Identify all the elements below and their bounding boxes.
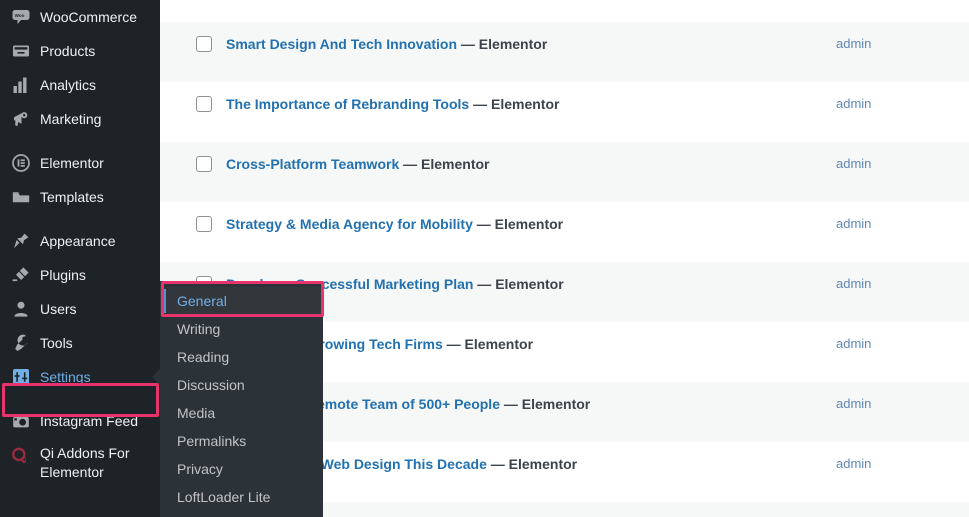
sidebar-item-label: Elementor: [40, 154, 104, 171]
admin-sidebar-menu: Woo WooCommerce Products Analytics Marketing…: [0, 0, 160, 517]
templates-icon: [11, 187, 31, 207]
post-author-link[interactable]: admin: [836, 336, 871, 351]
elementor-icon: [11, 153, 31, 173]
svg-text:i: i: [24, 457, 26, 464]
post-title-suffix: — Elementor: [442, 336, 534, 352]
post-title-cell: Smart Design And Tech Innovation — Eleme…: [226, 35, 547, 55]
woocommerce-icon: Woo: [11, 7, 31, 27]
sidebar-item-products[interactable]: Products: [0, 34, 160, 68]
instagram-icon: [11, 411, 31, 431]
sidebar-item-label: Instagram Feed: [40, 412, 139, 429]
post-title-suffix: — Elementor: [469, 96, 560, 112]
submenu-item-writing[interactable]: Writing: [160, 315, 323, 343]
submenu-item-privacy[interactable]: Privacy: [160, 455, 323, 483]
sidebar-item-label: Settings: [40, 368, 91, 385]
sidebar-item-label: Appearance: [40, 232, 116, 249]
post-title-link[interactable]: Cross-Platform Teamwork: [226, 156, 399, 172]
sidebar-item-qi-addons-for-elementor[interactable]: i Qi Addons For Elementor: [0, 438, 160, 486]
table-row: Cross-Platform Teamwork — Elementor admin: [160, 142, 969, 202]
submenu-arrow-icon: [152, 369, 160, 385]
users-icon: [11, 299, 31, 319]
post-author-link[interactable]: admin: [836, 36, 871, 51]
post-title-suffix: — Elementor: [486, 456, 578, 472]
sidebar-item-label: Templates: [40, 188, 104, 205]
sidebar-item-users[interactable]: Users: [0, 292, 160, 326]
post-author-link[interactable]: admin: [836, 96, 871, 111]
settings-submenu-flyout: General Writing Reading Discussion Media Perm…: [160, 281, 323, 517]
analytics-icon: [11, 75, 31, 95]
sidebar-item-label: Users: [40, 300, 77, 317]
qi-addons-icon: i: [11, 445, 31, 465]
sidebar-item-label: Qi Addons For Elementor: [40, 445, 130, 480]
sidebar-item-instagram-feed[interactable]: Instagram Feed: [0, 404, 160, 438]
sidebar-item-label: Marketing: [40, 110, 102, 127]
row-select-checkbox[interactable]: [196, 36, 212, 52]
post-title-suffix: — Elementor: [472, 216, 564, 232]
row-select-checkbox[interactable]: [196, 96, 212, 112]
post-author-link[interactable]: admin: [836, 216, 871, 231]
sidebar-item-templates[interactable]: Templates: [0, 180, 160, 214]
post-author-link[interactable]: admin: [836, 396, 871, 411]
post-title-link[interactable]: Smart Design And Tech Innovation: [226, 36, 457, 52]
sidebar-item-settings[interactable]: Settings: [0, 360, 160, 394]
appearance-icon: [11, 231, 31, 251]
post-title-link[interactable]: Strategy & Media Agency for Mobility: [226, 216, 473, 232]
products-icon: [11, 41, 31, 61]
sidebar-item-woocommerce[interactable]: Woo WooCommerce: [0, 0, 160, 34]
post-author-link[interactable]: admin: [836, 156, 871, 171]
sidebar-item-marketing[interactable]: Marketing: [0, 102, 160, 136]
sidebar-item-tools[interactable]: Tools: [0, 326, 160, 360]
sidebar-item-label: Plugins: [40, 266, 86, 283]
post-author-link[interactable]: admin: [836, 456, 871, 471]
row-select-checkbox[interactable]: [196, 216, 212, 232]
sidebar-item-plugins[interactable]: Plugins: [0, 258, 160, 292]
sidebar-separator: [0, 214, 160, 224]
submenu-item-permalinks[interactable]: Permalinks: [160, 427, 323, 455]
sidebar-separator: [0, 394, 160, 404]
plugins-icon: [11, 265, 31, 285]
post-title-suffix: — Elementor: [457, 36, 548, 52]
post-title-suffix: — Elementor: [399, 156, 490, 172]
post-title-suffix: — Elementor: [473, 276, 564, 292]
sidebar-separator: [0, 136, 160, 146]
submenu-item-loftloader-lite[interactable]: LoftLoader Lite: [160, 483, 323, 511]
sidebar-item-label: Analytics: [40, 76, 97, 93]
submenu-item-media[interactable]: Media: [160, 399, 323, 427]
sidebar-item-analytics[interactable]: Analytics: [0, 68, 160, 102]
row-select-checkbox[interactable]: [196, 156, 212, 172]
table-row: The Importance of Rebranding Tools — Ele…: [160, 82, 969, 142]
post-title-suffix: — Elementor: [499, 396, 591, 412]
submenu-item-general[interactable]: General: [160, 287, 323, 315]
svg-text:Woo: Woo: [15, 13, 25, 18]
sidebar-item-appearance[interactable]: Appearance: [0, 224, 160, 258]
post-author-link[interactable]: admin: [836, 276, 871, 291]
sidebar-item-label: WooCommerce: [40, 8, 137, 25]
marketing-icon: [11, 109, 31, 129]
sidebar-item-elementor[interactable]: Elementor: [0, 146, 160, 180]
tools-icon: [11, 333, 31, 353]
post-title-cell: Cross-Platform Teamwork — Elementor: [226, 155, 489, 175]
post-title-cell: Strategy & Media Agency for Mobility — E…: [226, 215, 563, 235]
table-row: Strategy & Media Agency for Mobility — E…: [160, 202, 969, 262]
post-title-link[interactable]: The Importance of Rebranding Tools: [226, 96, 469, 112]
settings-icon: [11, 367, 31, 387]
sidebar-item-label: Products: [40, 42, 96, 59]
table-row: Smart Design And Tech Innovation — Eleme…: [160, 22, 969, 82]
post-title-cell: The Importance of Rebranding Tools — Ele…: [226, 95, 559, 115]
submenu-item-reading[interactable]: Reading: [160, 343, 323, 371]
submenu-item-discussion[interactable]: Discussion: [160, 371, 323, 399]
wordpress-admin-screen: Smart Design And Tech Innovation — Eleme…: [0, 0, 969, 517]
sidebar-item-label: Tools: [40, 334, 73, 351]
